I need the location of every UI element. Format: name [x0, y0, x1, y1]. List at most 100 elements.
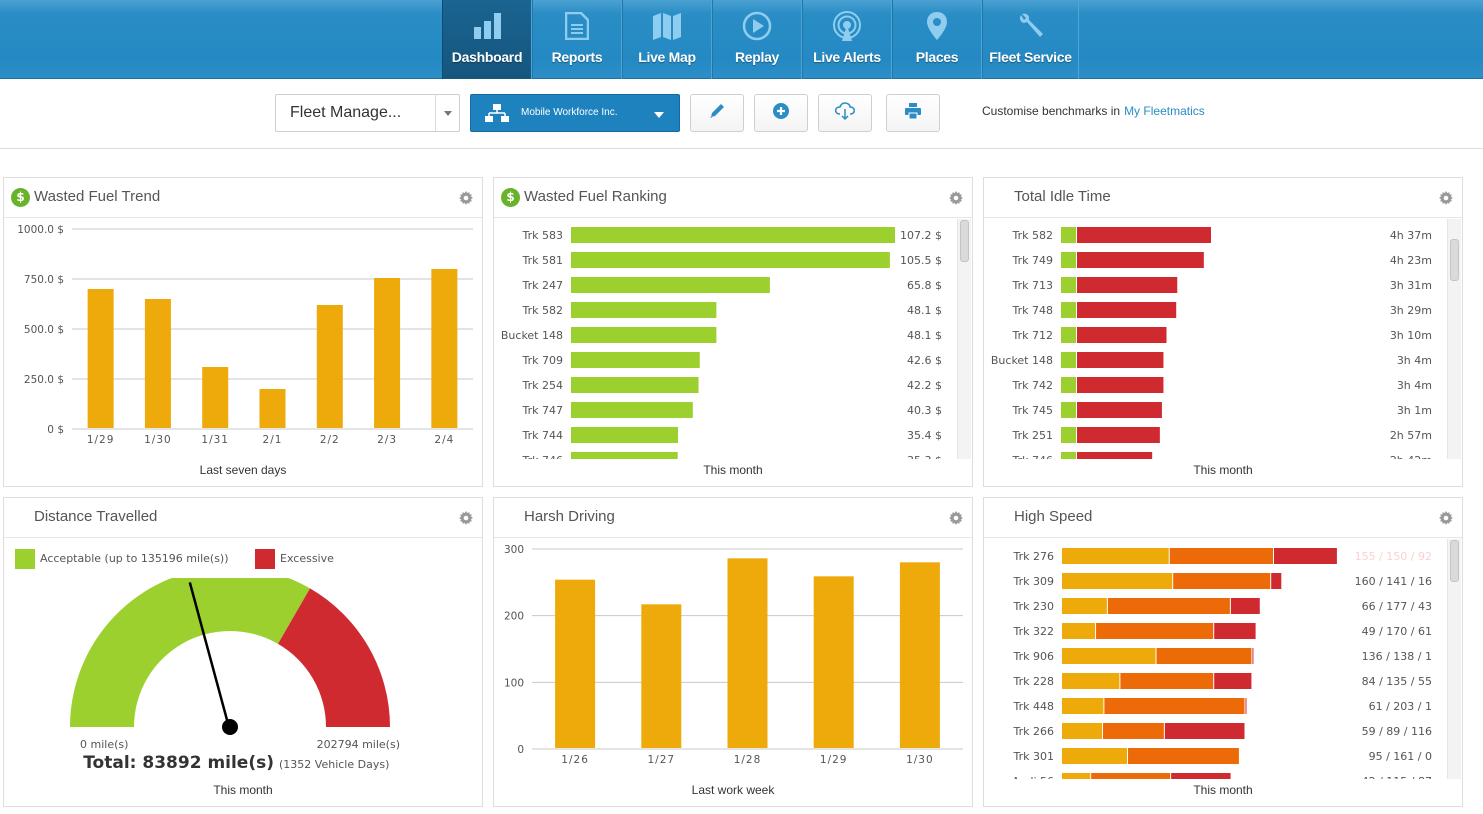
gear-icon[interactable] [459, 510, 473, 529]
x-tick-label: 1/31 [201, 434, 229, 446]
category-label: Trk 251 [1012, 429, 1054, 442]
value-label: 66 / 177 / 43 [1362, 600, 1432, 613]
panel-title: Total Idle Time [1014, 188, 1111, 205]
bar-segment-excessive [1077, 252, 1204, 268]
bar-segment-2 [1104, 698, 1245, 714]
panel-header: $ Wasted Fuel Ranking [494, 178, 972, 218]
panel-title: High Speed [1014, 508, 1093, 525]
bar [431, 269, 458, 428]
gear-icon[interactable] [1439, 510, 1453, 529]
category-label: Trk 742 [1012, 379, 1054, 392]
bar-segment-1 [1062, 623, 1096, 639]
document-icon [565, 10, 589, 42]
bar-segment-1 [1062, 598, 1107, 614]
bar [571, 277, 770, 293]
bar-segment-2 [1169, 548, 1273, 564]
bar-segment-excessive [1077, 427, 1160, 443]
panel-footer: Last work week [691, 783, 775, 797]
y-tick-label: 200 [504, 611, 524, 623]
bar-segment-3 [1214, 623, 1256, 639]
dashboard-select[interactable]: Fleet Manage... [275, 94, 460, 132]
gear-icon[interactable] [1439, 190, 1453, 209]
cloud-download-button[interactable] [818, 94, 872, 132]
category-label: Trk 322 [1013, 625, 1055, 638]
panel-header: Distance Travelled [4, 498, 482, 538]
value-label: 49 / 170 / 61 [1362, 625, 1432, 638]
panel-footer: This month [1193, 463, 1253, 477]
cloud-download-icon [834, 101, 856, 125]
panel-title: Wasted Fuel Ranking [524, 188, 667, 205]
bar-segment-excessive [1077, 227, 1211, 243]
add-widget-button[interactable] [754, 94, 808, 132]
category-label: Trk 266 [1013, 725, 1055, 738]
bar [555, 579, 596, 748]
nav-label: Reports [551, 49, 603, 65]
bar-segment-1 [1062, 573, 1173, 589]
scrollbar[interactable] [1447, 539, 1461, 779]
gear-icon[interactable] [949, 510, 963, 529]
bar-segment-1 [1062, 748, 1128, 764]
value-label: 2h 42m [1390, 454, 1432, 459]
bar-segment-excessive [1077, 352, 1164, 368]
category-label: Trk 712 [1012, 329, 1054, 342]
scrollbar-thumb[interactable] [960, 220, 969, 262]
y-tick-label: 100 [504, 677, 524, 689]
value-label: 61 / 203 / 1 [1369, 700, 1432, 713]
scrollbar[interactable] [957, 219, 971, 459]
nav-live-alerts[interactable]: Live Alerts [802, 0, 892, 79]
nav-reports[interactable]: Reports [532, 0, 622, 79]
scrollbar-thumb[interactable] [1450, 239, 1459, 281]
category-label: Trk 746 [1012, 454, 1054, 459]
nav-dashboard[interactable]: Dashboard [442, 0, 532, 79]
bar-segment-3 [1171, 773, 1231, 779]
value-label: 42.2 $ [907, 379, 942, 392]
nav-label: Replay [734, 49, 780, 65]
gauge-max-label: 202794 mile(s) [317, 738, 400, 751]
panel-footer: Last seven days [199, 463, 287, 477]
scrollbar[interactable] [1447, 219, 1461, 459]
bar-segment-3 [1245, 698, 1247, 714]
bar [202, 367, 229, 428]
y-tick-label: 250.0 $ [24, 374, 64, 386]
nav-replay[interactable]: Replay [712, 0, 802, 79]
x-tick-label: 2/2 [320, 434, 340, 446]
pencil-icon [708, 102, 726, 124]
scrollbar-thumb[interactable] [1450, 540, 1459, 582]
bar-segment-3 [1252, 648, 1254, 664]
bar-segment-3 [1273, 548, 1337, 564]
high-speed-panel: High Speed Trk 276 155 / 150 / 92 Trk 309 1… [983, 497, 1463, 807]
value-label: 107.2 $ [900, 229, 942, 242]
wasted-fuel-trend-chart: 0 $ 250.0 $ 500.0 $ 750.0 $ 1000.0 $ 1/29 1/30… [17, 224, 473, 446]
edit-button[interactable] [690, 94, 744, 132]
harsh-driving-chart: 0 100 200 300 1/26 1/27 1/28 1/29 1/30 [504, 544, 963, 766]
bar [571, 227, 895, 243]
total-idle-time-chart: Trk 582 4h 37m Trk 749 4h 23m Trk 713 3h 31m T… [991, 227, 1432, 459]
bar-segment-2 [1128, 748, 1239, 764]
panel-footer: This month [213, 783, 273, 797]
gear-icon[interactable] [949, 190, 963, 209]
broadcast-icon [832, 10, 862, 42]
bar [571, 302, 717, 318]
bar-segment-excessive [1077, 377, 1164, 393]
organization-select[interactable]: Mobile Workforce Inc. [470, 94, 680, 132]
bar-segment-1 [1062, 648, 1156, 664]
bar-segment-acceptable [1061, 327, 1076, 343]
value-label: 42.6 $ [907, 354, 942, 367]
panel-footer: This month [1193, 783, 1253, 797]
gear-icon[interactable] [459, 190, 473, 209]
total-idle-time-panel: Total Idle Time Trk 582 4h 37m Trk 749 4h 2… [983, 177, 1463, 487]
bar-segment-2 [1103, 723, 1164, 739]
wasted-fuel-ranking-chart: Trk 583 107.2 $ Trk 581 105.5 $ Trk 247 65.8 … [501, 227, 942, 459]
bar-segment-acceptable [1061, 252, 1076, 268]
value-label: 59 / 89 / 116 [1362, 725, 1432, 738]
nav-live-map[interactable]: Live Map [622, 0, 712, 79]
bar [571, 252, 890, 268]
x-tick-label: 1/26 [561, 754, 589, 766]
nav-fleet-service[interactable]: Fleet Service [982, 0, 1079, 79]
print-button[interactable] [886, 94, 940, 132]
bar-segment-3 [1164, 723, 1245, 739]
category-label: Trk 745 [1012, 404, 1054, 417]
category-label: Audi 56 [1012, 775, 1054, 779]
nav-places[interactable]: Places [892, 0, 982, 79]
my-fleetmatics-link[interactable]: My Fleetmatics [1124, 104, 1205, 118]
